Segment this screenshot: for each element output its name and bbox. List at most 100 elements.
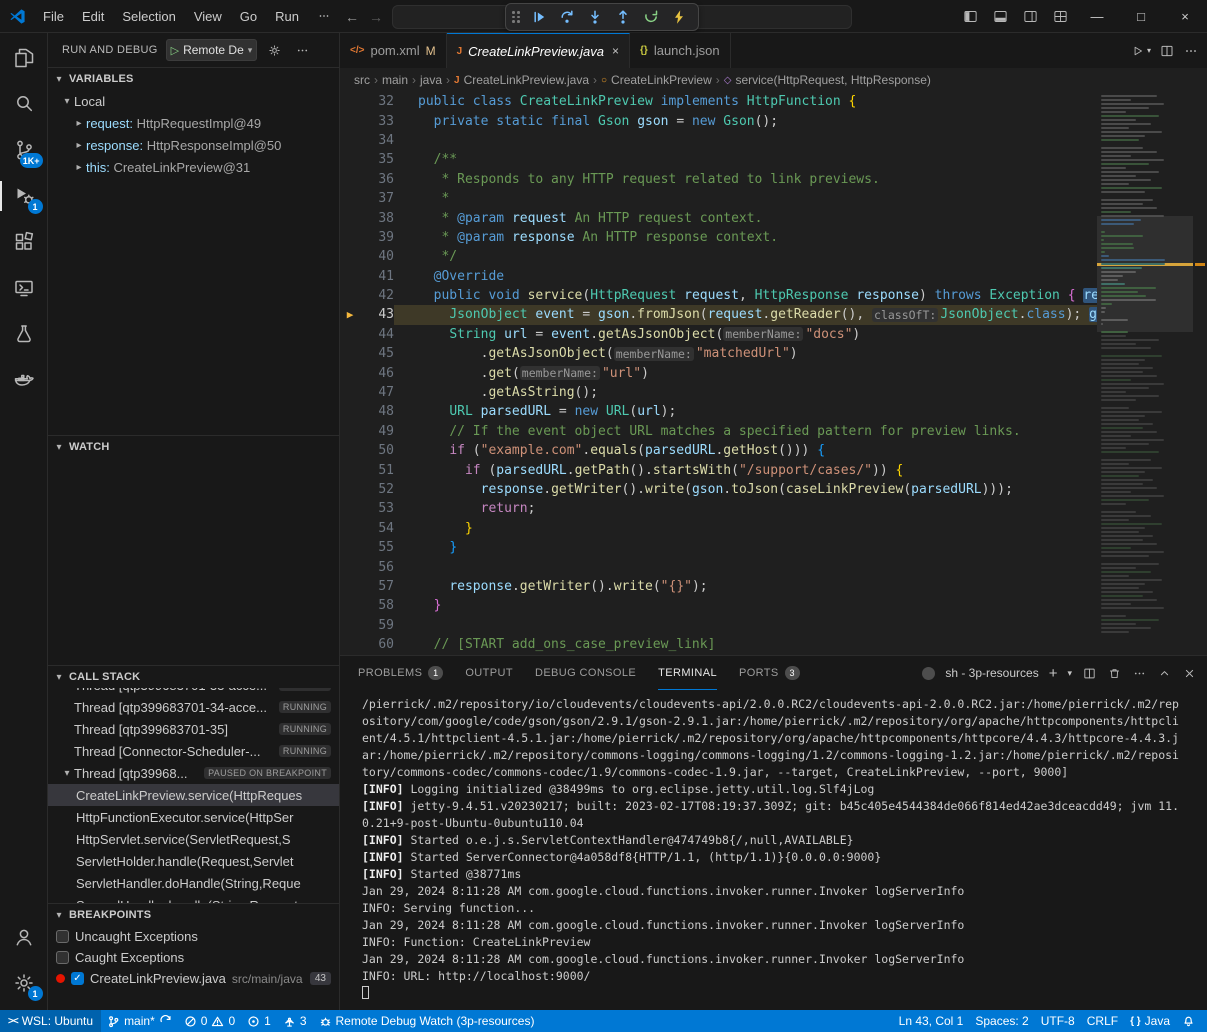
variable-item[interactable]: ▸request: HttpRequestImpl@49	[48, 112, 339, 134]
code-line[interactable]: 58 }	[340, 596, 1097, 615]
terminal-output[interactable]: /pierrick/.m2/repository/io/cloudevents/…	[340, 690, 1207, 1010]
views-more-actions-icon[interactable]	[291, 39, 313, 61]
activity-run-and-debug[interactable]: 1	[0, 173, 48, 219]
activity-explorer[interactable]	[0, 35, 48, 81]
eol-indicator[interactable]: CRLF	[1081, 1010, 1124, 1032]
problems-indicator[interactable]: 0 0	[178, 1010, 241, 1032]
menu-run[interactable]: Run	[266, 4, 308, 28]
stack-frame[interactable]: HttpFunctionExecutor.service(HttpSer	[48, 806, 339, 828]
notifications-bell[interactable]	[1176, 1010, 1201, 1032]
checkbox[interactable]: ✓	[71, 972, 84, 985]
activity-accounts[interactable]	[0, 914, 48, 960]
indentation-indicator[interactable]: Spaces: 2	[969, 1010, 1034, 1032]
code-line[interactable]: 35 /**	[340, 150, 1097, 169]
code-line[interactable]: 46 .get(memberName:"url")	[340, 363, 1097, 382]
code-line[interactable]: 49 // If the event object URL matches a …	[340, 422, 1097, 441]
variable-item[interactable]: ▸response: HttpResponseImpl@50	[48, 134, 339, 156]
code-line[interactable]: 56	[340, 557, 1097, 576]
terminal-dropdown-chevron-icon[interactable]: ▾	[1067, 668, 1072, 679]
code-line[interactable]: 48 URL parsedURL = new URL(url);	[340, 402, 1097, 421]
customize-layout-icon[interactable]	[1045, 4, 1075, 30]
toggle-panel-icon[interactable]	[985, 4, 1015, 30]
panel-more-actions-icon[interactable]	[1132, 666, 1147, 681]
maximize-button[interactable]: □	[1119, 0, 1163, 33]
code-line[interactable]: 47 .getAsString();	[340, 383, 1097, 402]
remote-indicator[interactable]: >< WSL: Ubuntu	[0, 1010, 101, 1032]
continue-button[interactable]	[526, 5, 552, 29]
back-icon[interactable]: ←	[340, 9, 364, 25]
code-line[interactable]: 32public class CreateLinkPreview impleme…	[340, 92, 1097, 111]
code-line[interactable]: ▶43 JsonObject event = gson.fromJson(req…	[340, 305, 1097, 324]
panel-tab-problems[interactable]: PROBLEMS1	[358, 656, 443, 690]
stack-frame[interactable]: ServletHandler.doHandle(String,Reque	[48, 872, 339, 894]
close-tab-icon[interactable]: ×	[612, 44, 619, 58]
callstack-section-header[interactable]: ▾ CALL STACK	[48, 666, 339, 688]
session-indicator[interactable]: 1	[241, 1010, 277, 1032]
code-line[interactable]: 37 *	[340, 189, 1097, 208]
code-line[interactable]: 57 response.getWriter().write("{}");	[340, 577, 1097, 596]
stack-frame[interactable]: HttpServlet.service(ServletRequest,S	[48, 828, 339, 850]
disconnect-button[interactable]	[666, 5, 692, 29]
callstack-thread[interactable]: Thread [Connector-Scheduler-...RUNNING	[48, 740, 339, 762]
stack-frame[interactable]: ServletHolder.handle(Request,Servlet	[48, 850, 339, 872]
code-line[interactable]: 54 }	[340, 519, 1097, 538]
code-line[interactable]: 44 String url = event.getAsJsonObject(me…	[340, 325, 1097, 344]
code-line[interactable]: 53 return;	[340, 499, 1097, 518]
activity-settings[interactable]: 1	[0, 960, 48, 1006]
launch-config-dropdown[interactable]: ▷ Remote De ▾	[166, 39, 258, 61]
run-file-icon[interactable]	[1131, 44, 1145, 58]
activity-extensions[interactable]	[0, 219, 48, 265]
checkbox[interactable]	[56, 930, 69, 943]
toggle-secondary-sidebar-icon[interactable]	[1015, 4, 1045, 30]
chevron-right-icon[interactable]: ▸	[72, 118, 86, 129]
language-mode-indicator[interactable]: { } Java	[1124, 1010, 1176, 1032]
code-line[interactable]: 36 * Responds to any HTTP request relate…	[340, 170, 1097, 189]
breakpoints-section-header[interactable]: ▾ BREAKPOINTS	[48, 904, 339, 926]
code-line[interactable]: 39 * @param response An HTTP response co…	[340, 228, 1097, 247]
menu-overflow-icon[interactable]	[308, 4, 340, 28]
activity-search[interactable]	[0, 81, 48, 127]
new-terminal-icon[interactable]: +	[1049, 665, 1058, 682]
code-line[interactable]: 60 // [START add_ons_case_preview_link]	[340, 635, 1097, 654]
callstack-thread[interactable]: Thread [qtp399683701-35]RUNNING	[48, 718, 339, 740]
activity-source-control[interactable]: 1K+	[0, 127, 48, 173]
step-out-button[interactable]	[610, 5, 636, 29]
breadcrumb-item[interactable]: java	[420, 73, 442, 87]
code-line[interactable]: 45 .getAsJsonObject(memberName:"matchedU…	[340, 344, 1097, 363]
branch-indicator[interactable]: main*	[101, 1010, 178, 1032]
code-line[interactable]: 34	[340, 131, 1097, 150]
panel-tab-terminal[interactable]: TERMINAL	[658, 656, 717, 690]
code-line[interactable]: 42 public void service(HttpRequest reque…	[340, 286, 1097, 305]
tab-pom.xml[interactable]: </>pom.xmlM	[340, 33, 447, 68]
kill-terminal-icon[interactable]	[1107, 666, 1122, 681]
code-line[interactable]: 40 */	[340, 247, 1097, 266]
breadcrumb-item[interactable]: src	[354, 73, 370, 87]
breakpoint-exception-row[interactable]: Uncaught Exceptions	[48, 926, 339, 947]
start-debug-icon[interactable]: ▷	[171, 44, 179, 57]
breadcrumb-item[interactable]: ◇service(HttpRequest, HttpResponse)	[724, 73, 931, 87]
minimap[interactable]	[1097, 92, 1193, 655]
code-line[interactable]: 59	[340, 616, 1097, 635]
close-panel-icon[interactable]	[1182, 666, 1197, 681]
breakpoint-row[interactable]: ✓CreateLinkPreview.javasrc/main/java43	[48, 968, 339, 989]
drag-handle[interactable]	[512, 11, 520, 23]
chevron-right-icon[interactable]: ▸	[72, 162, 86, 173]
panel-tab-output[interactable]: OUTPUT	[465, 656, 513, 690]
maximize-panel-icon[interactable]	[1157, 666, 1172, 681]
breakpoint-exception-row[interactable]: Caught Exceptions	[48, 947, 339, 968]
forwarded-ports-indicator[interactable]: 3	[277, 1010, 313, 1032]
editor-more-actions-icon[interactable]	[1183, 43, 1199, 59]
menu-edit[interactable]: Edit	[73, 4, 113, 28]
stack-frame[interactable]: ScopedHandler.handle(String,Request,	[48, 894, 339, 903]
terminal-title[interactable]: sh - 3p-resources	[945, 666, 1038, 680]
debug-settings-gear-icon[interactable]	[263, 39, 285, 61]
code-line[interactable]: 33 private static final Gson gson = new …	[340, 111, 1097, 130]
panel-tab-debug-console[interactable]: DEBUG CONSOLE	[535, 656, 636, 690]
variable-item[interactable]: ▸this: CreateLinkPreview@31	[48, 156, 339, 178]
forward-icon[interactable]: →	[364, 9, 388, 25]
callstack-thread[interactable]: ▾Thread [qtp39968...PAUSED ON BREAKPOINT	[48, 762, 339, 784]
code-line[interactable]: 41 @Override	[340, 267, 1097, 286]
restart-button[interactable]	[638, 5, 664, 29]
breadcrumb-item[interactable]: main	[382, 73, 408, 87]
stack-frame[interactable]: CreateLinkPreview.service(HttpReques	[48, 784, 339, 806]
